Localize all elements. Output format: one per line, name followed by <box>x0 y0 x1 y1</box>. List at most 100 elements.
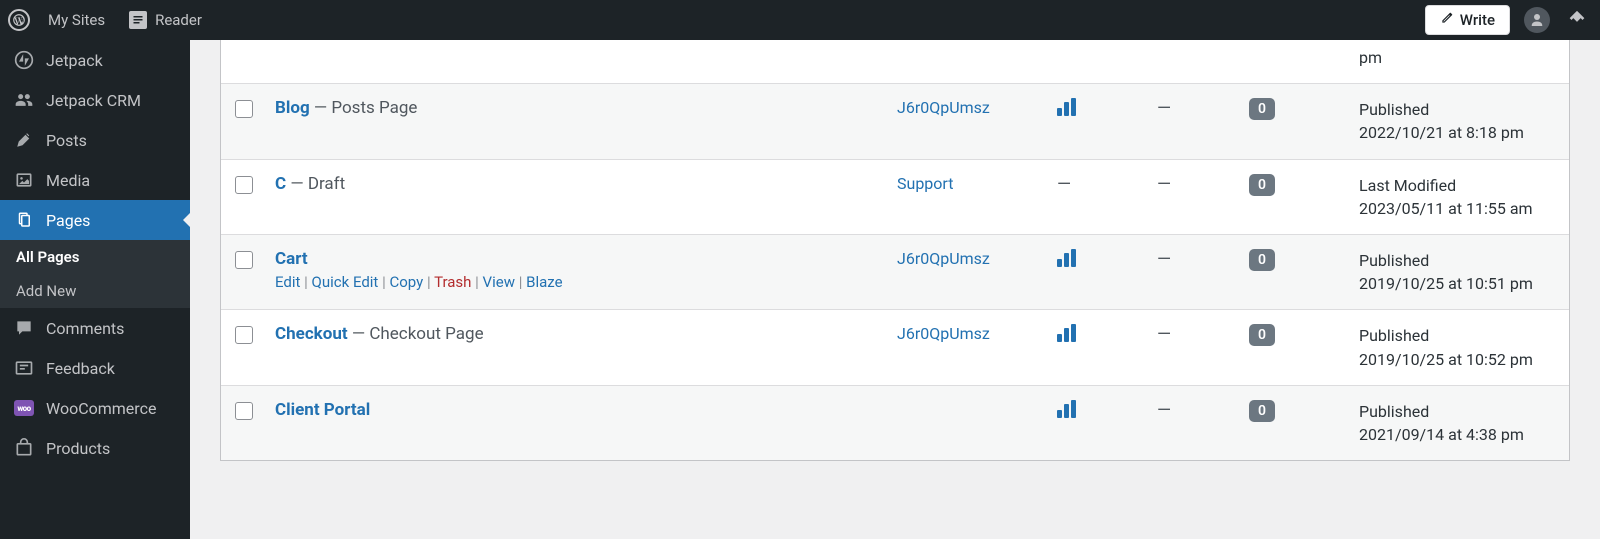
action-edit[interactable]: Edit <box>275 273 300 291</box>
action-blaze[interactable]: Blaze <box>526 273 562 291</box>
woocommerce-icon: woo <box>14 398 34 418</box>
sidebar-item-pages[interactable]: Pages <box>0 200 190 240</box>
row-checkbox[interactable] <box>235 176 253 194</box>
table-row: pm <box>221 40 1569 83</box>
page-title-link[interactable]: Blog <box>275 98 310 118</box>
row-actions: Edit | Quick Edit | Copy | Trash | View … <box>275 273 887 291</box>
sidebar-item-jetpack[interactable]: Jetpack <box>0 40 190 80</box>
avatar[interactable] <box>1524 7 1550 33</box>
pages-table: pm Blog — Posts Page J6r0QpUmsz — 0 Publ… <box>220 40 1570 461</box>
date-time: 2022/10/21 at 8:18 pm <box>1359 121 1555 144</box>
action-quick-edit[interactable]: Quick Edit <box>312 273 379 291</box>
action-trash[interactable]: Trash <box>434 273 471 291</box>
page-title-suffix: — Draft <box>286 174 345 194</box>
row-checkbox[interactable] <box>235 326 253 344</box>
feedback-icon <box>14 358 34 378</box>
sidebar-item-media[interactable]: Media <box>0 160 190 200</box>
stats-icon[interactable] <box>1057 98 1076 116</box>
row-checkbox[interactable] <box>235 100 253 118</box>
count-badge: 0 <box>1249 324 1275 346</box>
table-row: Client Portal — 0 Published 2021/09/14 a… <box>221 385 1569 460</box>
main-content: pm Blog — Posts Page J6r0QpUmsz — 0 Publ… <box>190 40 1600 539</box>
count-badge: 0 <box>1249 98 1275 120</box>
submenu-add-new[interactable]: Add New <box>0 274 190 308</box>
sidebar-item-woocommerce[interactable]: woo WooCommerce <box>0 388 190 428</box>
date-time: 2021/09/14 at 4:38 pm <box>1359 423 1555 446</box>
reader-link[interactable]: Reader <box>123 11 208 29</box>
sidebar-item-label: Jetpack CRM <box>46 91 141 110</box>
sidebar-item-feedback[interactable]: Feedback <box>0 348 190 388</box>
stats-icon[interactable] <box>1057 324 1076 342</box>
date-time: 2023/05/11 at 11:55 am <box>1359 197 1555 220</box>
my-sites-link[interactable]: My Sites <box>42 11 111 29</box>
date-status: Published <box>1359 400 1555 423</box>
table-row: C — Draft Support — — 0 Last Modified 20… <box>221 159 1569 234</box>
my-sites-label: My Sites <box>48 11 105 29</box>
date-time: pm <box>1359 46 1555 69</box>
column-dash: — <box>1057 174 1157 195</box>
page-title-link[interactable]: Cart <box>275 249 308 269</box>
sidebar-item-products[interactable]: Products <box>0 428 190 468</box>
notification-icon[interactable] <box>1564 0 1590 40</box>
date-status: Published <box>1359 324 1555 347</box>
sidebar-item-label: Media <box>46 171 90 190</box>
submenu-all-pages[interactable]: All Pages <box>0 240 190 274</box>
comments-icon <box>14 318 34 338</box>
pin-icon <box>14 130 34 150</box>
action-view[interactable]: View <box>483 273 515 291</box>
date-status: Published <box>1359 98 1555 121</box>
reader-label: Reader <box>155 11 202 29</box>
column-dash: — <box>1157 98 1249 119</box>
media-icon <box>14 170 34 190</box>
column-dash: — <box>1157 400 1249 421</box>
sidebar-item-label: Products <box>46 439 110 458</box>
reader-icon <box>129 11 147 29</box>
column-dash: — <box>1157 174 1249 195</box>
sidebar-item-posts[interactable]: Posts <box>0 120 190 160</box>
sidebar-item-label: Feedback <box>46 359 115 378</box>
table-row: Cart Edit | Quick Edit | Copy | Trash | … <box>221 234 1569 309</box>
page-title-suffix: — Checkout Page <box>348 324 484 344</box>
sidebar-item-label: Pages <box>46 211 90 230</box>
sidebar-item-label: Posts <box>46 131 87 150</box>
row-checkbox[interactable] <box>235 251 253 269</box>
stats-icon[interactable] <box>1057 249 1076 267</box>
count-badge: 0 <box>1249 174 1275 196</box>
products-icon <box>14 438 34 458</box>
date-status: Published <box>1359 249 1555 272</box>
sidebar-item-label: Comments <box>46 319 124 338</box>
jetpack-icon <box>14 50 34 70</box>
page-title-link[interactable]: C <box>275 174 286 194</box>
sidebar-item-label: Jetpack <box>46 51 103 70</box>
date-time: 2019/10/25 at 10:52 pm <box>1359 348 1555 371</box>
count-badge: 0 <box>1249 400 1275 422</box>
action-copy[interactable]: Copy <box>389 273 423 291</box>
sidebar-item-jetpack-crm[interactable]: Jetpack CRM <box>0 80 190 120</box>
page-title-link[interactable]: Checkout <box>275 324 348 344</box>
wordpress-logo-icon[interactable] <box>8 9 30 31</box>
author-link[interactable]: Support <box>897 174 953 193</box>
sidebar-item-comments[interactable]: Comments <box>0 308 190 348</box>
author-link[interactable]: J6r0QpUmsz <box>897 324 990 343</box>
date-time: 2019/10/25 at 10:51 pm <box>1359 272 1555 295</box>
table-row: Checkout — Checkout Page J6r0QpUmsz — 0 … <box>221 309 1569 384</box>
author-link[interactable]: J6r0QpUmsz <box>897 249 990 268</box>
column-dash: — <box>1157 324 1249 345</box>
pen-icon <box>1440 11 1454 29</box>
row-checkbox[interactable] <box>235 402 253 420</box>
page-title-link[interactable]: Client Portal <box>275 400 370 420</box>
write-button[interactable]: Write <box>1425 5 1510 35</box>
date-status: Last Modified <box>1359 174 1555 197</box>
table-row: Blog — Posts Page J6r0QpUmsz — 0 Publish… <box>221 83 1569 158</box>
sidebar-item-label: WooCommerce <box>46 399 156 418</box>
people-icon <box>14 90 34 110</box>
top-toolbar: My Sites Reader Write <box>0 0 1600 40</box>
stats-icon[interactable] <box>1057 400 1076 418</box>
sidebar: Jetpack Jetpack CRM Posts Media Pages Al… <box>0 40 190 539</box>
page-title-suffix: — Posts Page <box>310 98 418 118</box>
pages-icon <box>14 210 34 230</box>
count-badge: 0 <box>1249 249 1275 271</box>
column-dash: — <box>1157 249 1249 270</box>
author-link[interactable]: J6r0QpUmsz <box>897 98 990 117</box>
write-label: Write <box>1460 11 1495 29</box>
